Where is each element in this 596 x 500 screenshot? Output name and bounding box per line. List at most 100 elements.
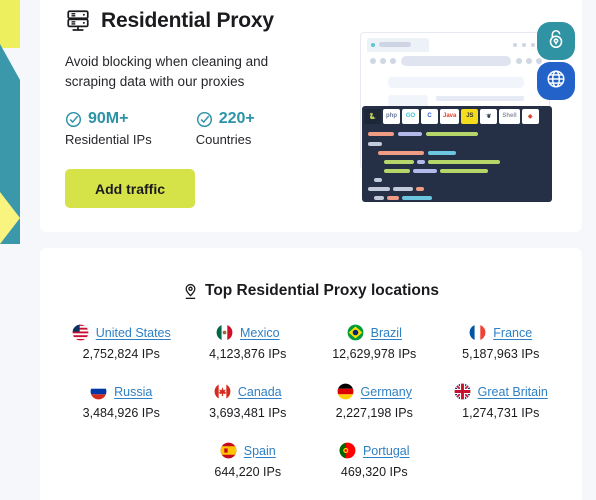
check-circle-icon	[65, 111, 82, 128]
location-link-row: Brazil	[347, 324, 402, 341]
page-title: Residential Proxy	[101, 9, 274, 32]
browser-nav-dot	[390, 58, 396, 64]
location-item: Mexico 4,123,876 IPs	[185, 324, 312, 361]
location-link[interactable]: Portugal	[363, 444, 410, 458]
location-link-row: Mexico	[216, 324, 280, 341]
decorative-left-band	[0, 0, 22, 500]
flag-mexico	[216, 324, 233, 341]
code-editor-mockup: 🐍 php GO C Java JS ❦ Shell ◆	[362, 106, 552, 202]
stat-residential-ips: 90M+ Residential IPs	[65, 110, 152, 147]
code-line-token	[368, 187, 390, 191]
flag-united-states	[72, 324, 89, 341]
product-description: Avoid blocking when cleaning and scrapin…	[65, 54, 269, 89]
javascript-tab[interactable]: JS	[461, 108, 479, 124]
location-ip-count: 1,274,731 IPs	[462, 406, 540, 420]
browser-nav-dot	[370, 58, 376, 64]
browser-control-dot	[531, 43, 535, 47]
code-line-token	[413, 169, 437, 173]
location-link[interactable]: Spain	[244, 444, 276, 458]
location-ip-count: 3,484,926 IPs	[82, 406, 160, 420]
locations-title: Top Residential Proxy locations	[205, 282, 439, 299]
location-item: Canada 3,693,481 IPs	[185, 383, 312, 420]
top-locations-card: Top Residential Proxy locations United S…	[40, 248, 582, 500]
browser-content-line	[436, 96, 524, 101]
flag-spain	[220, 442, 237, 459]
code-line-token	[402, 196, 432, 200]
scrapy-tab[interactable]: ❦	[480, 108, 498, 124]
globe-badge	[537, 62, 575, 100]
code-line-token	[398, 132, 422, 136]
tab-label: Java	[443, 113, 457, 119]
locations-grid: United States 2,752,824 IPs Mexico 4,123…	[58, 324, 564, 479]
location-ip-count: 2,752,824 IPs	[82, 347, 160, 361]
browser-tab-label	[379, 42, 411, 47]
stat-countries: 220+ Countries	[196, 110, 255, 147]
tab-label: 🐍	[368, 113, 377, 120]
location-link-row: Germany	[337, 383, 412, 400]
go-tab[interactable]: GO	[402, 108, 419, 124]
location-link[interactable]: Brazil	[371, 326, 402, 340]
location-ip-count: 3,693,481 IPs	[209, 406, 287, 420]
stat-value-row: 220+	[196, 110, 255, 128]
stat-label: Residential IPs	[65, 132, 152, 147]
browser-address-bar[interactable]	[401, 56, 511, 66]
add-traffic-button[interactable]: Add traffic	[65, 169, 195, 208]
code-line-token	[368, 142, 382, 146]
location-link[interactable]: France	[493, 326, 532, 340]
flag-france	[469, 324, 486, 341]
code-line-token	[374, 178, 382, 182]
product-stats: 90M+ Residential IPs 220+ Countries	[65, 110, 255, 147]
java-tab[interactable]: Java	[440, 108, 460, 124]
location-link-row: Russia	[90, 383, 152, 400]
browser-control-dot	[522, 43, 526, 47]
php-tab[interactable]: php	[383, 108, 400, 124]
location-link-row: Spain	[220, 442, 276, 459]
flag-germany	[337, 383, 353, 400]
code-line-token	[374, 196, 384, 200]
proxy-illustration: 🐍 php GO C Java JS ❦ Shell ◆	[322, 10, 575, 215]
location-link[interactable]: Germany	[361, 385, 412, 399]
shell-tab[interactable]: Shell	[499, 108, 520, 124]
flag-russia	[90, 383, 107, 400]
flag-great-britain	[454, 383, 471, 400]
check-circle-icon	[196, 111, 213, 128]
tab-label: ❦	[486, 113, 492, 120]
location-ip-count: 2,227,198 IPs	[335, 406, 413, 420]
location-link[interactable]: Russia	[114, 385, 152, 399]
code-line-token	[368, 132, 394, 136]
location-ip-count: 644,220 IPs	[214, 465, 282, 479]
location-item: Great Britain 1,274,731 IPs	[438, 383, 565, 420]
ruby-tab[interactable]: ◆	[521, 108, 539, 124]
code-body	[362, 126, 552, 202]
residential-proxy-card: Residential Proxy Avoid blocking when cl…	[40, 0, 582, 232]
location-item: France 5,187,963 IPs	[438, 324, 565, 361]
browser-content-block	[388, 77, 524, 88]
location-link[interactable]: Great Britain	[478, 385, 548, 399]
code-line-token	[426, 132, 478, 136]
tab-label: C	[427, 113, 432, 119]
code-line-token	[384, 169, 410, 173]
code-line-token	[428, 160, 500, 164]
location-link-row: Portugal	[339, 442, 410, 459]
code-line-token	[384, 160, 414, 164]
location-ip-count: 5,187,963 IPs	[462, 347, 540, 361]
tab-label: GO	[405, 113, 416, 119]
product-header: Residential Proxy	[65, 8, 274, 34]
location-item: Germany 2,227,198 IPs	[311, 383, 438, 420]
location-ip-count: 12,629,978 IPs	[332, 347, 417, 361]
python-tab[interactable]: 🐍	[364, 108, 381, 124]
browser-nav-dot	[526, 58, 532, 64]
location-link[interactable]: Mexico	[240, 326, 280, 340]
browser-nav-dot	[516, 58, 522, 64]
location-item: Portugal 469,320 IPs	[311, 442, 438, 479]
globe-icon	[545, 68, 567, 95]
location-link-row: United States	[72, 324, 171, 341]
location-link-row: Canada	[214, 383, 282, 400]
location-link[interactable]: United States	[96, 326, 171, 340]
tab-label: JS	[466, 113, 474, 119]
location-link-row: Great Britain	[454, 383, 548, 400]
location-link[interactable]: Canada	[238, 385, 282, 399]
csharp-tab[interactable]: C	[421, 108, 438, 124]
server-rack-icon	[65, 8, 91, 34]
browser-control-dot	[513, 43, 517, 47]
